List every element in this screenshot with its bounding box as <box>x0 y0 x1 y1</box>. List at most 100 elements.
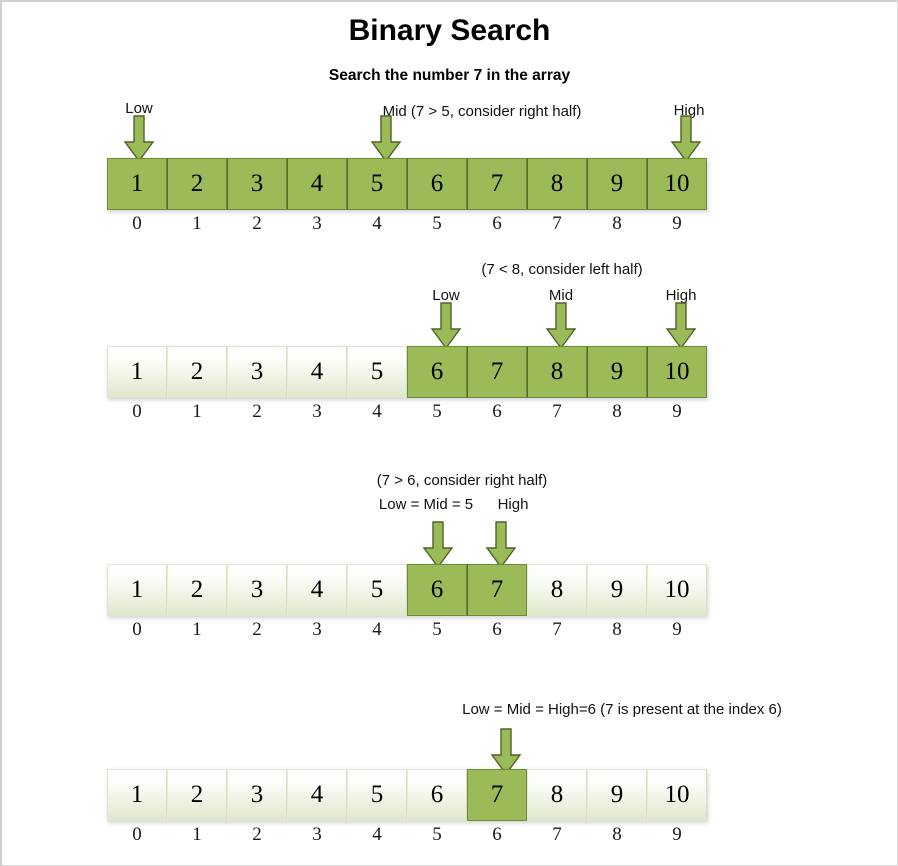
step-4-cell-9[interactable]: 10 <box>647 769 707 821</box>
step-2-cell-6[interactable]: 7 <box>467 346 527 398</box>
step-1-index-7: 7 <box>552 213 562 234</box>
step-1-index-1: 1 <box>192 213 202 234</box>
step-3-cell-5[interactable]: 6 <box>407 564 467 616</box>
step-2-mid-label: Mid <box>548 287 574 304</box>
step-1-index-5: 5 <box>432 213 442 234</box>
step-4-index-5: 5 <box>432 824 442 845</box>
step-4-index-9: 9 <box>672 824 682 845</box>
step-2-cell-2[interactable]: 3 <box>227 346 287 398</box>
step-2-index-1: 1 <box>192 401 202 422</box>
step-3-cell-2[interactable]: 3 <box>227 564 287 616</box>
step-2-index-2: 2 <box>252 401 262 422</box>
step-2-index-7: 7 <box>552 401 562 422</box>
step-4-index-3: 3 <box>312 824 322 845</box>
step-4-cell-4[interactable]: 5 <box>347 769 407 821</box>
step-2-low-label: Low <box>432 287 460 304</box>
step-4-cell-0[interactable]: 1 <box>107 769 167 821</box>
step-1-index-row: 0 1 2 3 4 5 6 7 8 9 <box>107 213 707 235</box>
step-3-cell-7[interactable]: 8 <box>527 564 587 616</box>
page-subtitle: Search the number 7 in the array <box>328 67 571 84</box>
step-2-index-5: 5 <box>432 401 442 422</box>
step-1-cell-0[interactable]: 1 <box>107 158 167 210</box>
step-3-cell-8[interactable]: 9 <box>587 564 647 616</box>
step-1-cell-6[interactable]: 7 <box>467 158 527 210</box>
step-1-low-label: Low <box>125 100 153 117</box>
step-3-cell-4[interactable]: 5 <box>347 564 407 616</box>
step-1-cell-2[interactable]: 3 <box>227 158 287 210</box>
step-3-index-4: 4 <box>372 619 382 640</box>
step-4-cell-3[interactable]: 4 <box>287 769 347 821</box>
step-4-cell-6[interactable]: 7 <box>467 769 527 821</box>
step-4-index-2: 2 <box>252 824 262 845</box>
step-2-index-row: 0 1 2 3 4 5 6 7 8 9 <box>107 401 707 423</box>
step-2-low-arrow <box>430 302 462 350</box>
step-3-cell-9[interactable]: 10 <box>647 564 707 616</box>
step-4-index-7: 7 <box>552 824 562 845</box>
step-1-index-0: 0 <box>132 213 142 234</box>
step-3-index-7: 7 <box>552 619 562 640</box>
step-3-index-2: 2 <box>252 619 262 640</box>
step-3-index-5: 5 <box>432 619 442 640</box>
step-3-index-1: 1 <box>192 619 202 640</box>
step-2-cell-1[interactable]: 2 <box>167 346 227 398</box>
step-1-low-arrow <box>123 115 155 163</box>
step-2-mid-arrow <box>545 302 577 350</box>
binary-search-diagram: Binary Search Search the number 7 in the… <box>0 0 898 866</box>
step-3-low-mid-label: Low = Mid = 5 <box>378 496 474 513</box>
step-2-cell-8[interactable]: 9 <box>587 346 647 398</box>
step-3-index-row: 0 1 2 3 4 5 6 7 8 9 <box>107 619 707 641</box>
step-4-array: 1 2 3 4 5 6 7 8 9 10 <box>107 769 707 821</box>
step-4-cell-1[interactable]: 2 <box>167 769 227 821</box>
step-1-cell-8[interactable]: 9 <box>587 158 647 210</box>
step-2-comparison-note: (7 < 8, consider left half) <box>481 261 643 278</box>
step-4-index-8: 8 <box>612 824 622 845</box>
step-3-cell-3[interactable]: 4 <box>287 564 347 616</box>
step-4-cell-7[interactable]: 8 <box>527 769 587 821</box>
step-4-result-label: Low = Mid = High=6 (7 is present at the … <box>462 701 782 718</box>
step-2-high-label: High <box>665 287 697 304</box>
step-1-cell-4[interactable]: 5 <box>347 158 407 210</box>
step-3-cell-1[interactable]: 2 <box>167 564 227 616</box>
step-1-cell-1[interactable]: 2 <box>167 158 227 210</box>
step-3-index-0: 0 <box>132 619 142 640</box>
step-1-index-2: 2 <box>252 213 262 234</box>
step-1-mid-arrow <box>370 115 402 163</box>
step-3-high-label: High <box>497 496 529 513</box>
step-1-high-arrow <box>670 115 702 163</box>
step-1-index-4: 4 <box>372 213 382 234</box>
step-2-cell-9[interactable]: 10 <box>647 346 707 398</box>
step-2-cell-5[interactable]: 6 <box>407 346 467 398</box>
step-3-cell-6[interactable]: 7 <box>467 564 527 616</box>
step-4-index-4: 4 <box>372 824 382 845</box>
step-2-cell-7[interactable]: 8 <box>527 346 587 398</box>
step-2-index-3: 3 <box>312 401 322 422</box>
step-4-cell-8[interactable]: 9 <box>587 769 647 821</box>
step-1-cell-9[interactable]: 10 <box>647 158 707 210</box>
step-2-cell-0[interactable]: 1 <box>107 346 167 398</box>
step-1-index-9: 9 <box>672 213 682 234</box>
step-4-cell-5[interactable]: 6 <box>407 769 467 821</box>
step-4-index-0: 0 <box>132 824 142 845</box>
step-1-array: 1 2 3 4 5 6 7 8 9 10 <box>107 158 707 210</box>
step-2-cell-3[interactable]: 4 <box>287 346 347 398</box>
step-3-index-8: 8 <box>612 619 622 640</box>
step-1-cell-7[interactable]: 8 <box>527 158 587 210</box>
step-3-index-3: 3 <box>312 619 322 640</box>
step-4-index-1: 1 <box>192 824 202 845</box>
step-4-index-6: 6 <box>492 824 502 845</box>
step-1-cell-3[interactable]: 4 <box>287 158 347 210</box>
step-3-low-mid-arrow <box>422 521 454 569</box>
step-1-mid-label: Mid (7 > 5, consider right half) <box>382 103 582 120</box>
step-2-index-0: 0 <box>132 401 142 422</box>
step-1-index-6: 6 <box>492 213 502 234</box>
step-4-index-row: 0 1 2 3 4 5 6 7 8 9 <box>107 824 707 846</box>
step-4-cell-2[interactable]: 3 <box>227 769 287 821</box>
step-2-cell-4[interactable]: 5 <box>347 346 407 398</box>
step-3-high-arrow <box>485 521 517 569</box>
step-2-array: 1 2 3 4 5 6 7 8 9 10 <box>107 346 707 398</box>
step-3-array: 1 2 3 4 5 6 7 8 9 10 <box>107 564 707 616</box>
step-3-index-6: 6 <box>492 619 502 640</box>
step-1-cell-5[interactable]: 6 <box>407 158 467 210</box>
step-3-cell-0[interactable]: 1 <box>107 564 167 616</box>
page-title: Binary Search <box>348 14 551 47</box>
